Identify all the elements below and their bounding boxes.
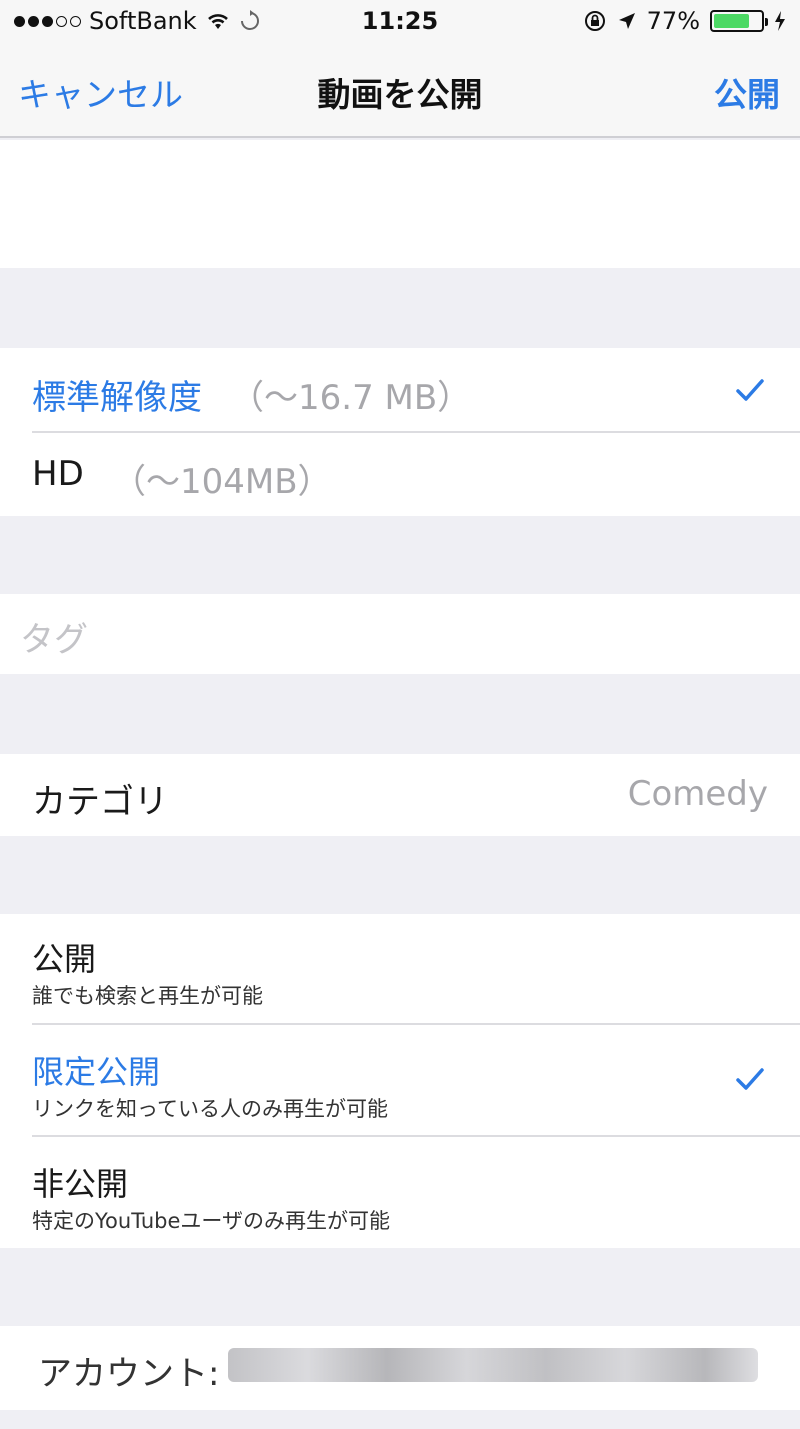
checkmark-icon	[736, 379, 764, 401]
location-arrow-icon	[618, 13, 635, 29]
quality-option-standard[interactable]: 標準解像度 （〜16.7 MB）	[0, 348, 800, 432]
quality-option-label: 標準解像度	[32, 378, 202, 418]
account-email-redacted	[228, 1348, 758, 1382]
privacy-option-public[interactable]: 公開 誰でも検索と再生が可能	[0, 914, 800, 1024]
privacy-option-unlisted[interactable]: 限定公開 リンクを知っている人のみ再生が可能	[0, 1025, 800, 1135]
category-row[interactable]: カテゴリ Comedy	[0, 754, 800, 836]
privacy-option-label: 限定公開	[32, 1053, 161, 1091]
lock-rotation-icon	[584, 11, 605, 31]
quality-option-hd[interactable]: HD （〜104MB）	[0, 432, 800, 516]
quality-option-size: （〜104MB）	[112, 462, 332, 502]
battery-percent: 77%	[646, 7, 700, 35]
privacy-option-label: 公開	[32, 940, 97, 978]
quality-option-size: （〜16.7 MB）	[230, 378, 472, 418]
navigation-bar: キャンセル 動画を公開 公開	[0, 42, 800, 138]
privacy-section: 公開 誰でも検索と再生が可能 限定公開 リンクを知っている人のみ再生が可能 非公…	[0, 914, 800, 1248]
description-field[interactable]	[0, 140, 800, 268]
tags-section: タグ	[0, 594, 800, 674]
quality-section: 標準解像度 （〜16.7 MB） HD （〜104MB）	[0, 348, 800, 516]
category-value: Comedy	[627, 774, 768, 814]
checkmark-icon	[736, 1068, 764, 1090]
privacy-option-description: 特定のYouTubeユーザのみ再生が可能	[32, 1209, 390, 1233]
battery-icon	[710, 10, 768, 32]
privacy-option-label: 非公開	[32, 1165, 129, 1203]
publish-button[interactable]: 公開	[714, 68, 780, 116]
status-bar: SoftBank 11:25 77%	[0, 0, 800, 42]
privacy-option-private[interactable]: 非公開 特定のYouTubeユーザのみ再生が可能	[0, 1137, 800, 1248]
privacy-option-description: 誰でも検索と再生が可能	[32, 984, 263, 1008]
tags-input[interactable]: タグ	[20, 612, 88, 661]
cancel-button[interactable]: キャンセル	[18, 68, 183, 116]
account-label: アカウント:	[38, 1354, 220, 1394]
status-right: 77%	[583, 7, 786, 35]
privacy-option-description: リンクを知っている人のみ再生が可能	[32, 1097, 388, 1121]
quality-option-label: HD	[32, 454, 84, 494]
charging-bolt-icon	[775, 11, 785, 31]
category-label: カテゴリ	[32, 782, 168, 822]
